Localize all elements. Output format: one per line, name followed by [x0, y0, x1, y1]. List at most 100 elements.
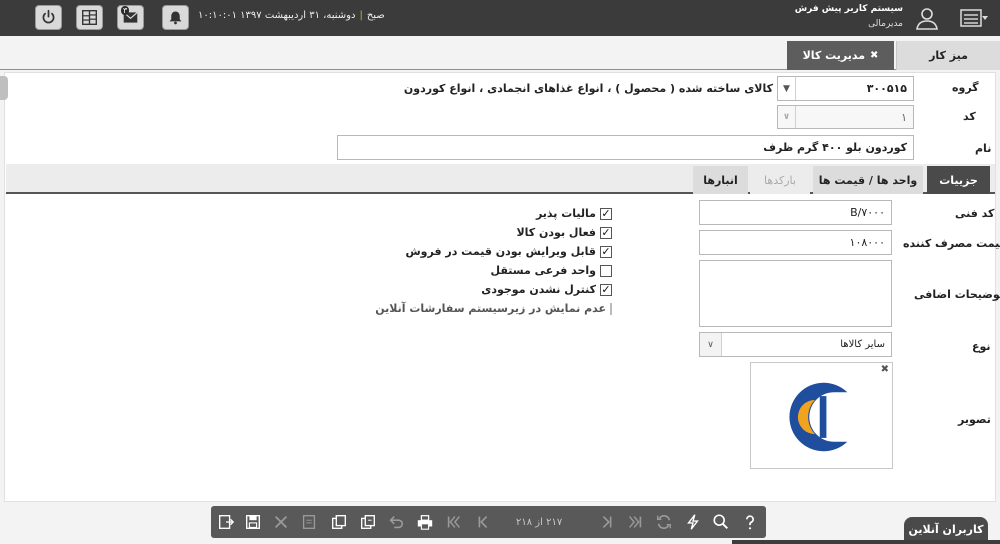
help-icon [745, 515, 754, 530]
user-avatar[interactable] [914, 5, 940, 31]
image-label: تصویر [958, 413, 991, 426]
delete-icon [274, 515, 288, 529]
copy-icon [332, 515, 346, 529]
group-path: کالای ساخته شده ( محصول ) ، انواع غذاهای… [403, 82, 773, 95]
close-tab-icon[interactable]: ✖ [870, 50, 878, 61]
extra-description-textarea[interactable] [699, 260, 892, 327]
extra-description-label: توضیحات اضافی [914, 288, 1000, 301]
consumer-price-field[interactable]: ۱۰۸۰۰۰ [699, 230, 892, 255]
code-field[interactable]: ۱ ∨ [777, 105, 914, 129]
group-code-combo[interactable]: ۳۰۰۵۱۵ ▼ [777, 76, 914, 101]
copy-button[interactable] [326, 509, 352, 535]
type-select[interactable]: سایر کالاها ∨ [699, 332, 892, 357]
checkbox-active[interactable]: ✓ فعال بودن کالا [380, 223, 612, 242]
tab-barcodes[interactable]: بارکدها [750, 166, 810, 194]
next-record-button[interactable] [594, 509, 620, 535]
previous-record-button[interactable] [470, 509, 496, 535]
power-button[interactable] [35, 5, 62, 30]
help-button[interactable] [737, 509, 763, 535]
search-button[interactable] [708, 509, 734, 535]
bell-icon [169, 11, 182, 25]
save-button[interactable] [240, 509, 266, 535]
tab-goods-management[interactable]: مدیریت کالا ✖ [787, 41, 894, 70]
last-record-button[interactable] [622, 509, 648, 535]
checkbox-box[interactable]: ✓ [600, 207, 612, 220]
menu-icon [960, 9, 988, 27]
tab-goods-label: مدیریت کالا [802, 49, 866, 62]
tab-details[interactable]: جزییات [927, 166, 990, 194]
checkbox-box[interactable]: ✓ [600, 283, 612, 296]
save-icon [246, 515, 260, 529]
user-icon [916, 8, 938, 30]
previous-icon [478, 516, 488, 528]
export-button[interactable] [213, 509, 239, 535]
checkbox-list: ✓ مالیات پذیر ✓ فعال بودن کالا ✓ قابل وی… [375, 204, 612, 318]
separator: | [359, 10, 363, 21]
checkbox-price-editable[interactable]: ✓ قابل ویرایش بودن قیمت در فروش [380, 242, 612, 261]
refresh-icon [656, 515, 672, 529]
online-panel-strip [732, 540, 1000, 544]
checkbox-label: قابل ویرایش بودن قیمت در فروش [405, 245, 596, 258]
refresh-button[interactable] [651, 509, 677, 535]
checkbox-box[interactable] [610, 302, 612, 315]
checkbox-label: مالیات پذیر [535, 207, 596, 220]
type-value: سایر کالاها [840, 339, 885, 350]
checkbox-hide-online-orders[interactable]: عدم نمایش در زیرسیستم سفارشات آنلاین [375, 299, 612, 318]
tab-units-prices[interactable]: واحد ها / قیمت ها [813, 166, 923, 194]
notification-button[interactable] [162, 5, 189, 30]
record-pager: ۲۱۷ از ۲۱۸ [516, 517, 563, 528]
company-logo [789, 382, 848, 452]
duplicate-icon [361, 515, 375, 529]
next-icon [602, 516, 612, 528]
chevron-down-icon[interactable]: ▼ [778, 77, 796, 100]
undo-icon [389, 516, 404, 529]
last-icon [629, 516, 642, 528]
print-button[interactable] [412, 509, 438, 535]
remove-image-icon[interactable]: ✖ [881, 364, 889, 375]
print-icon [417, 515, 433, 530]
side-panel-handle[interactable] [0, 76, 8, 100]
consumer-price-label: قیمت مصرف کننده [903, 237, 1000, 250]
delete-button[interactable] [268, 509, 294, 535]
duplicate-button[interactable] [355, 509, 381, 535]
first-record-button[interactable] [441, 509, 467, 535]
dashboard-icon [82, 10, 97, 25]
checkbox-label: واحد فرعی مستقل [490, 264, 596, 277]
checkbox-label: کنترل نشدن موجودی [481, 283, 596, 296]
checkbox-box[interactable]: ✓ [600, 245, 612, 258]
code-value: ۱ [901, 110, 907, 124]
checkbox-label: فعال بودن کالا [516, 226, 596, 239]
tech-code-field[interactable]: B/۷۰۰۰ [699, 200, 892, 225]
date-text: دوشنبه، ۳۱ اردیبهشت ۱۳۹۷ [240, 10, 356, 21]
edit-button[interactable] [296, 509, 322, 535]
name-label: نام [975, 142, 992, 155]
name-field[interactable]: کوردون بلو ۴۰۰ گرم ظرف [337, 135, 914, 160]
checkbox-box[interactable] [600, 264, 612, 277]
dashboard-button[interactable] [76, 5, 103, 30]
image-box[interactable]: ✖ [750, 362, 893, 469]
tab-warehouses[interactable]: انبارها [693, 166, 748, 194]
main-menu-button[interactable] [959, 8, 989, 28]
mail-button[interactable]: ۳ [117, 5, 144, 30]
quick-action-button[interactable] [680, 509, 706, 535]
online-users-tab[interactable]: کاربران آنلاین [904, 517, 988, 541]
search-icon [713, 514, 729, 530]
edit-icon [302, 515, 316, 529]
tech-code-label: کد فنی [955, 207, 995, 220]
undo-button[interactable] [383, 509, 409, 535]
first-icon [447, 516, 460, 528]
type-label: نوع [972, 340, 991, 353]
checkbox-independent-subunit[interactable]: واحد فرعی مستقل [380, 261, 612, 280]
group-label: گروه [952, 81, 979, 94]
power-icon [42, 9, 55, 24]
checkbox-taxable[interactable]: ✓ مالیات پذیر [380, 204, 612, 223]
checkbox-label: عدم نمایش در زیرسیستم سفارشات آنلاین [375, 302, 606, 315]
date-time: ۱۰:۱۰:۰۱ صبح|دوشنبه، ۳۱ اردیبهشت ۱۳۹۷ [198, 10, 385, 21]
system-name: سیستم کاربر پیش فرش [794, 4, 903, 14]
checkbox-no-stock-control[interactable]: ✓ کنترل نشدن موجودی [380, 280, 612, 299]
code-label: کد [963, 110, 976, 123]
checkbox-box[interactable]: ✓ [600, 226, 612, 239]
tab-desk[interactable]: میز کار [896, 41, 1000, 70]
chevron-down-icon[interactable]: ∨ [700, 333, 722, 356]
chevron-down-icon[interactable]: ∨ [778, 106, 796, 128]
